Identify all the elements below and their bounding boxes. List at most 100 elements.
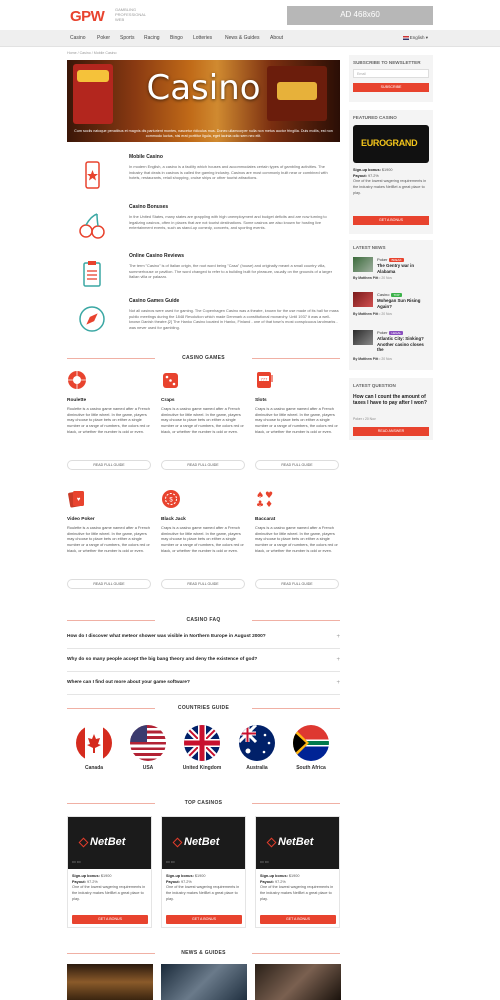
game-text: Craps is a casino game named after a Fre… — [255, 525, 338, 553]
south-africa-flag-icon — [293, 725, 329, 761]
country-united-kingdom[interactable]: United Kingdom — [182, 725, 222, 771]
game-text: Craps is a casino game named after a Fre… — [161, 525, 244, 553]
main-nav: Casino Poker Sports Racing Bingo Lotteri… — [0, 30, 500, 47]
read-guide-button[interactable]: READ FULL GUIDE — [67, 579, 151, 589]
game-name: Baccarat — [255, 517, 276, 522]
feature-title: Mobile Casino — [129, 154, 163, 160]
faq-question: Where can I find out more about your gam… — [67, 680, 190, 685]
nav-item-lotteries[interactable]: Lotteries — [193, 35, 212, 42]
casino-logo-panel[interactable]: NetBet ▭ ▭ — [162, 817, 245, 869]
game-name: Black Jack — [161, 517, 186, 522]
get-bonus-button[interactable]: GET A BONUS — [260, 915, 336, 924]
game-text: Craps is a casino game named after a Fre… — [255, 406, 338, 434]
get-bonus-button[interactable]: GET A BONUS — [166, 915, 242, 924]
country-name: Australia — [246, 765, 268, 771]
netbet-logo: NetBet — [78, 835, 125, 850]
game-text: Roulette is a casino game named after a … — [67, 406, 151, 434]
get-bonus-button[interactable]: GET A BONUS — [72, 915, 148, 924]
question-text[interactable]: How can I count the amount of taxes I ha… — [353, 394, 431, 407]
read-guide-button[interactable]: READ FULL GUIDE — [67, 460, 151, 470]
subscribe-button[interactable]: SUBSCRIBE — [353, 83, 429, 92]
compass-icon — [79, 306, 105, 332]
news-thumbnail[interactable] — [67, 964, 153, 1000]
country-canada[interactable]: Canada — [74, 725, 114, 771]
news-thumbnail — [353, 330, 373, 345]
feature-games-guide: Casino Games Guide Not all casinos were … — [67, 298, 340, 348]
plus-icon: + — [336, 657, 340, 663]
dice-icon — [163, 373, 178, 388]
latest-question-widget: LATEST QUESTION How can I count the amou… — [349, 378, 433, 440]
feature-title: Casino Bonuses — [129, 204, 169, 210]
country-south-africa[interactable]: South Africa — [291, 725, 331, 771]
feature-text: The term "Casino" is of Italian origin, … — [129, 263, 333, 280]
casino-card: NetBet ▭ ▭ Sign-up bonus: $1900 Payout: … — [255, 816, 340, 928]
hero-caption: Cum sociis natoque penatibus et magnis d… — [74, 128, 333, 138]
news-category: Poker LEGAL — [377, 330, 404, 335]
payment-icons: ▭ ▭ — [72, 859, 81, 864]
read-guide-button[interactable]: READ FULL GUIDE — [255, 460, 339, 470]
latest-news-widget: LATEST NEWS Poker BREAK The Gentry war in… — [349, 240, 433, 370]
australia-flag-icon — [239, 725, 275, 761]
news-thumbnail[interactable] — [255, 964, 341, 1000]
nav-item-casino[interactable]: Casino — [70, 35, 86, 42]
feature-text: In the United States, many states are gr… — [129, 214, 327, 231]
country-name: South Africa — [296, 765, 326, 771]
read-guide-button[interactable]: READ FULL GUIDE — [255, 579, 339, 589]
roulette-icon — [68, 371, 86, 389]
country-australia[interactable]: Australia — [237, 725, 277, 771]
slot-machine-icon: 777 — [257, 372, 273, 388]
news-item[interactable]: Poker BREAK The Gentry war in Alabama By … — [353, 257, 431, 285]
newsletter-widget: SUBSCRIBE TO NEWSLETTER Email SUBSCRIBE — [349, 55, 433, 102]
faq-item[interactable]: How do I discover what meteor shower was… — [67, 629, 340, 649]
poker-chip-icon: $ — [162, 490, 180, 508]
faq-question: Why do so many people accept the big ban… — [67, 657, 258, 662]
nav-item-about[interactable]: About — [270, 35, 283, 42]
faq-item[interactable]: Where can I find out more about your gam… — [67, 675, 340, 695]
feature-mobile-casino: Mobile Casino In modern English, a casin… — [67, 154, 340, 198]
widget-title: LATEST NEWS — [353, 245, 386, 250]
casino-card: NetBet ▭ ▭ Sign-up bonus: $1900 Payout: … — [161, 816, 246, 928]
language-label: English — [409, 35, 425, 40]
faq-item[interactable]: Why do so many people accept the big ban… — [67, 652, 340, 672]
read-guide-button[interactable]: READ FULL GUIDE — [161, 579, 245, 589]
nav-item-bingo[interactable]: Bingo — [170, 35, 183, 42]
site-logo[interactable]: GPW — [70, 7, 105, 27]
news-thumbnail[interactable] — [161, 964, 247, 1000]
payment-icons: ▭ ▭ — [260, 859, 269, 864]
game-name: Roulette — [67, 398, 87, 403]
news-byline: By Matthew Pitt • 20 Nov — [353, 276, 393, 280]
news-guides-heading: NEWS & GUIDES — [67, 950, 340, 957]
get-bonus-button[interactable]: GET A BONUS — [353, 216, 429, 225]
widget-title: SUBSCRIBE TO NEWSLETTER — [353, 60, 421, 65]
game-name: Video Poker — [67, 517, 95, 522]
language-selector[interactable]: English ▾ — [402, 35, 428, 41]
top-casinos-heading: TOP CASINOS — [67, 800, 340, 807]
nav-item-racing[interactable]: Racing — [144, 35, 160, 42]
breadcrumb[interactable]: Home / Casino / Mobile Casino — [67, 51, 117, 56]
casino-logo-panel[interactable]: NetBet ▭ ▭ — [256, 817, 339, 869]
countries-heading: COUNTRIES GUIDE — [67, 705, 340, 712]
svg-text:♣: ♣ — [256, 500, 264, 509]
faq-question: How do I discover what meteor shower was… — [67, 634, 266, 639]
nav-item-sports[interactable]: Sports — [120, 35, 134, 42]
feature-title: Casino Games Guide — [129, 298, 180, 304]
news-item[interactable]: Casino TOP Mohegan Sun Rising Again? By M… — [353, 292, 431, 320]
plus-icon: + — [336, 634, 340, 640]
eurogrand-logo[interactable]: EUROGRAND — [353, 125, 429, 163]
casino-logo-panel[interactable]: NetBet ▭ ▭ — [68, 817, 151, 869]
question-byline: Poker • 20 Nov — [353, 417, 376, 421]
mobile-star-icon — [85, 161, 100, 189]
clipboard-icon — [83, 261, 101, 287]
read-answer-button[interactable]: READ ANSWER — [353, 427, 429, 436]
email-field[interactable]: Email — [353, 69, 429, 78]
hero-title: Casino — [146, 68, 261, 108]
news-item[interactable]: Poker LEGAL Atlantic City: Sinking? Anoth… — [353, 330, 431, 366]
feature-title: Online Casino Reviews — [129, 253, 185, 259]
nav-item-poker[interactable]: Poker — [97, 35, 110, 42]
ad-banner[interactable]: AD 468x60 — [287, 6, 433, 25]
read-guide-button[interactable]: READ FULL GUIDE — [161, 460, 245, 470]
news-title: Atlantic City: Sinking? Another casino c… — [377, 336, 424, 352]
country-usa[interactable]: USA — [128, 725, 168, 771]
casino-details: Sign-up bonus: $1900 Payout: 97.2% One o… — [260, 874, 334, 901]
nav-item-news-guides[interactable]: News & Guides — [225, 35, 259, 42]
